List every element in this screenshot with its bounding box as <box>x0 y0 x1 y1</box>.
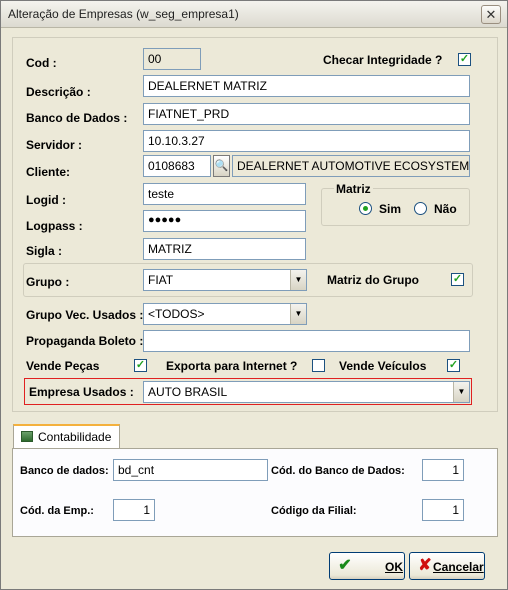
empresa-usados-select-value: AUTO BRASIL <box>148 385 228 399</box>
checar-integridade-label: Checar Integridade ? <box>323 53 443 67</box>
grupo-vec-select-value: <TODOS> <box>148 307 205 321</box>
matriz-nao-radio[interactable] <box>414 202 427 215</box>
cancel-button[interactable]: ✘ Cancelar <box>409 552 485 580</box>
vende-pecas-checkbox[interactable]: ✓ <box>134 359 147 372</box>
check-icon: ✓ <box>135 359 146 371</box>
title-bar[interactable]: Alteração de Empresas (w_seg_empresa1) ✕ <box>1 1 507 28</box>
tab-contabilidade-label: Contabilidade <box>38 430 112 444</box>
cont-cod-banco-label: Cód. do Banco de Dados: <box>271 465 405 477</box>
search-client-button[interactable]: 🔍 <box>213 155 230 177</box>
cont-banco-field[interactable]: bd_cnt <box>113 459 268 481</box>
grupo-label: Grupo : <box>26 275 70 289</box>
check-icon: ✔ <box>338 557 352 574</box>
cont-cod-banco-field[interactable]: 1 <box>422 459 464 481</box>
descricao-label: Descrição : <box>26 85 91 99</box>
matriz-group-label: Matriz <box>334 182 373 196</box>
cancel-button-label: Cancelar <box>433 560 484 574</box>
chevron-down-icon[interactable]: ▼ <box>290 304 306 324</box>
propaganda-label: Propaganda Boleto : <box>26 334 144 348</box>
check-icon: ✓ <box>452 273 463 285</box>
empresa-usados-select[interactable]: AUTO BRASIL ▼ <box>143 381 470 403</box>
sigla-field[interactable]: MATRIZ <box>143 238 306 260</box>
vende-veiculos-checkbox[interactable]: ✓ <box>447 359 460 372</box>
exporta-checkbox[interactable] <box>312 359 325 372</box>
grupo-vec-select[interactable]: <TODOS> ▼ <box>143 303 307 325</box>
cancel-x-icon: ✘ <box>418 557 432 574</box>
servidor-field[interactable]: 10.10.3.27 <box>143 130 470 152</box>
empresa-usados-label: Empresa Usados : <box>29 385 134 399</box>
cliente-label: Cliente: <box>26 165 71 179</box>
dialog-window: Alteração de Empresas (w_seg_empresa1) ✕… <box>0 0 508 590</box>
descricao-field[interactable]: DEALERNET MATRIZ <box>143 75 470 97</box>
cont-cod-emp-label: Cód. da Emp.: <box>20 505 94 517</box>
check-icon: ✓ <box>459 53 470 65</box>
window-title: Alteração de Empresas (w_seg_empresa1) <box>8 7 239 21</box>
vende-pecas-label: Vende Peças <box>26 359 100 373</box>
vende-veiculos-label: Vende Veículos <box>339 359 427 373</box>
exporta-label: Exporta para Internet ? <box>166 359 298 373</box>
close-button[interactable]: ✕ <box>481 5 501 24</box>
logpass-field[interactable]: ●●●●● <box>143 210 306 232</box>
matriz-sim-label: Sim <box>379 202 402 216</box>
search-icon: 🔍 <box>214 160 229 172</box>
cod-field[interactable]: 00 <box>143 48 201 70</box>
logid-label: Logid : <box>26 193 66 207</box>
cliente-code-field[interactable]: 0108683 <box>143 155 211 177</box>
cont-cod-filial-field[interactable]: 1 <box>422 499 464 521</box>
spreadsheet-icon <box>21 431 33 442</box>
chevron-down-icon[interactable]: ▼ <box>453 382 469 402</box>
cont-cod-emp-field[interactable]: 1 <box>113 499 155 521</box>
matriz-nao-label: Não <box>434 202 457 216</box>
ok-button[interactable]: ✔ OK <box>329 552 405 580</box>
cont-banco-label: Banco de dados: <box>20 465 109 477</box>
matriz-grupo-label: Matriz do Grupo <box>327 273 419 287</box>
tab-contabilidade[interactable]: Contabilidade <box>13 424 120 449</box>
ok-button-label: OK <box>385 560 403 574</box>
grupo-select-value: FIAT <box>148 273 174 287</box>
cont-cod-filial-label: Código da Filial: <box>271 505 357 517</box>
cod-label: Cod : <box>26 56 57 70</box>
cliente-name-field: DEALERNET AUTOMOTIVE ECOSYSTEM <box>232 155 470 177</box>
check-icon: ✓ <box>448 359 459 371</box>
matriz-grupo-checkbox[interactable]: ✓ <box>451 273 464 286</box>
banco-dados-label: Banco de Dados : <box>26 111 128 125</box>
logpass-label: Logpass : <box>26 219 83 233</box>
close-icon: ✕ <box>485 7 497 22</box>
chevron-down-icon[interactable]: ▼ <box>290 270 306 290</box>
banco-dados-field[interactable]: FIATNET_PRD <box>143 103 470 125</box>
matriz-sim-radio[interactable] <box>359 202 372 215</box>
logid-field[interactable]: teste <box>143 183 306 205</box>
grupo-vec-label: Grupo Vec. Usados : <box>26 308 144 322</box>
servidor-label: Servidor : <box>26 138 83 152</box>
propaganda-field[interactable] <box>143 330 470 352</box>
grupo-select[interactable]: FIAT ▼ <box>143 269 307 291</box>
checar-integridade-checkbox[interactable]: ✓ <box>458 53 471 66</box>
sigla-label: Sigla : <box>26 244 63 258</box>
